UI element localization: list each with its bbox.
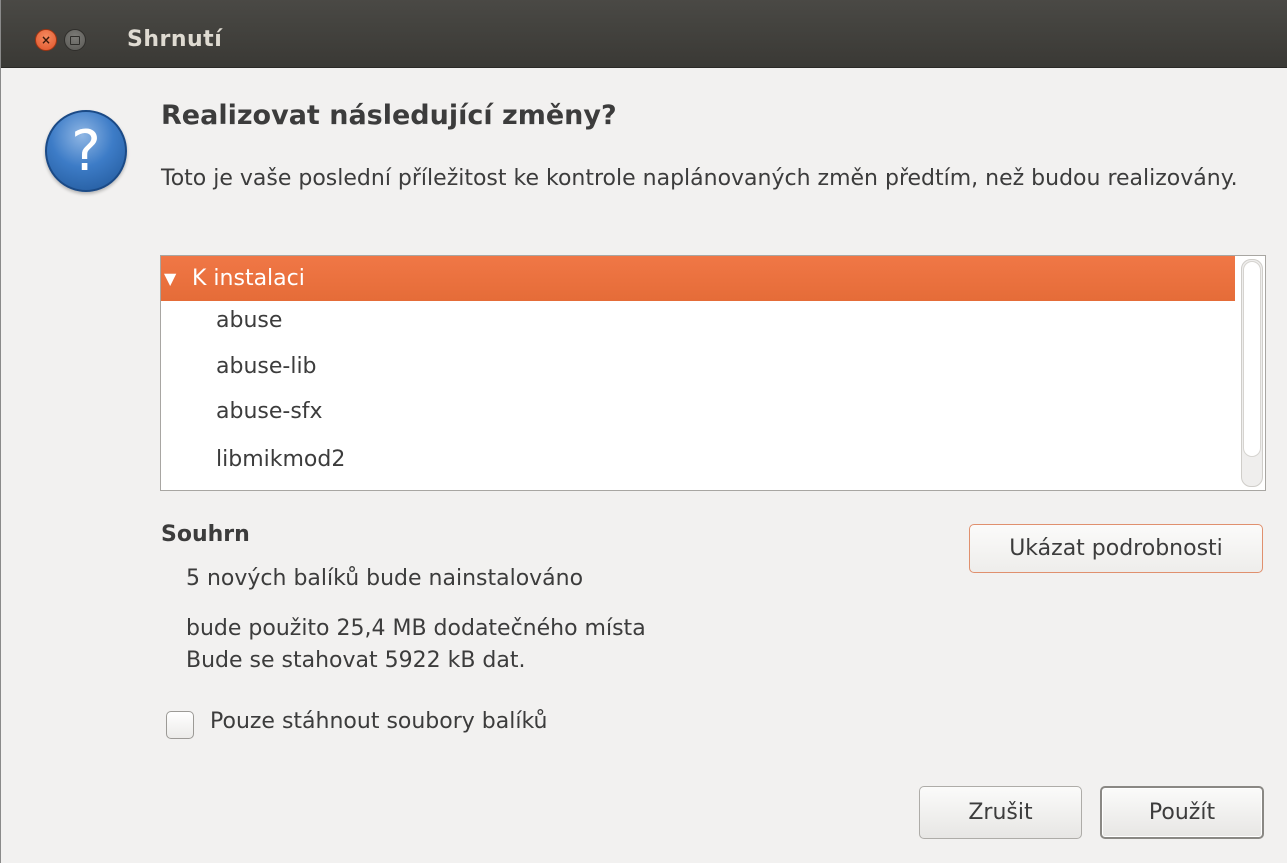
show-details-button[interactable]: Ukázat podrobnosti [969,524,1263,573]
close-icon[interactable]: × [35,29,57,51]
summary-line: Bude se stahovat 5922 kB dat. [186,648,526,673]
cancel-button[interactable]: Zrušit [919,786,1082,839]
question-icon: ? [45,110,127,192]
summary-dialog: × Shrnutí ? Realizovat následující změny… [0,0,1287,863]
dialog-heading: Realizovat následující změny? [161,100,617,131]
changes-tree[interactable]: ▼ K instalaci abuse abuse-lib abuse-sfx … [160,255,1266,491]
summary-line: 5 nových balíků bude nainstalováno [186,566,584,591]
download-only-label[interactable]: Pouze stáhnout soubory balíků [210,709,547,734]
list-item[interactable]: abuse-lib [216,354,317,379]
vertical-scrollbar[interactable] [1241,259,1263,487]
summary-heading: Souhrn [161,522,250,547]
window-title: Shrnutí [127,27,223,52]
list-item[interactable]: libmikmod2 [216,447,345,472]
scrollbar-thumb[interactable] [1243,261,1261,457]
download-only-checkbox[interactable] [166,711,194,739]
maximize-icon[interactable] [64,29,86,51]
tree-group-label: K instalaci [192,266,305,291]
list-item[interactable]: abuse-sfx [216,399,323,424]
tree-group-row[interactable]: ▼ K instalaci [161,256,1235,301]
dialog-description: Toto je vaše poslední příležitost ke kon… [161,166,1238,191]
title-bar[interactable]: × Shrnutí [1,0,1287,68]
expander-triangle-icon[interactable]: ▼ [164,256,176,301]
summary-line: bude použito 25,4 MB dodatečného místa [186,616,646,641]
list-item[interactable]: abuse [216,308,282,333]
apply-button[interactable]: Použít [1100,786,1264,839]
